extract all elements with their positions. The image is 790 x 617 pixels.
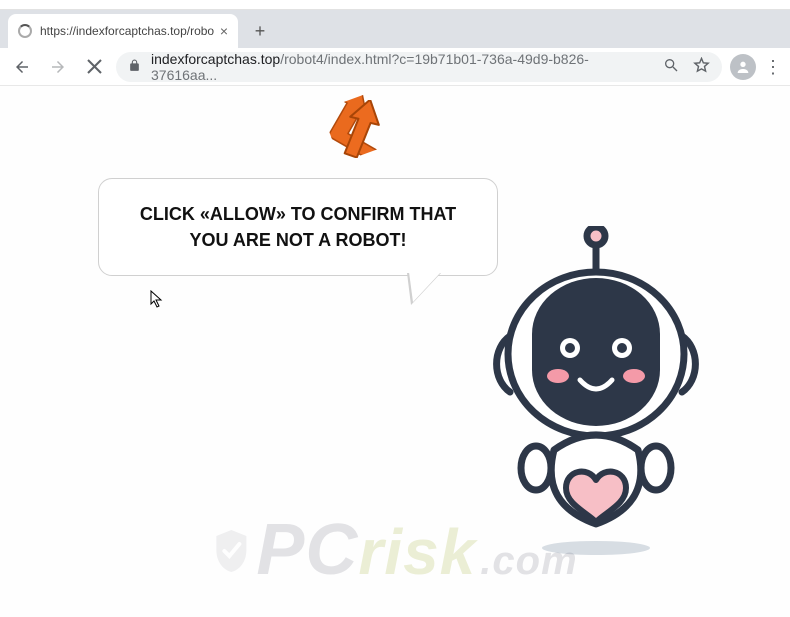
- lock-icon: [128, 59, 141, 75]
- bubble-text: CLICK «ALLOW» TO CONFIRM THAT YOU ARE NO…: [140, 204, 456, 250]
- url-text: indexforcaptchas.top/robot4/index.html?c…: [151, 51, 653, 83]
- browser-tab[interactable]: https://indexforcaptchas.top/robo ×: [8, 14, 238, 48]
- watermark-risk: risk: [358, 515, 476, 589]
- search-in-page-icon[interactable]: [663, 57, 679, 76]
- annotation-arrow-icon: [326, 100, 392, 163]
- speech-bubble: CLICK «ALLOW» TO CONFIRM THAT YOU ARE NO…: [98, 178, 498, 276]
- back-button[interactable]: [8, 53, 36, 81]
- profile-avatar[interactable]: [730, 54, 756, 80]
- stop-reload-button[interactable]: [80, 53, 108, 81]
- cursor-icon: [150, 290, 164, 313]
- page-content: CLICK «ALLOW» TO CONFIRM THAT YOU ARE NO…: [0, 86, 790, 617]
- window-titlebar: [0, 0, 790, 10]
- watermark-pc: PC: [256, 509, 358, 591]
- toolbar: indexforcaptchas.top/robot4/index.html?c…: [0, 48, 790, 86]
- new-tab-button[interactable]: +: [246, 17, 274, 45]
- bookmark-star-icon[interactable]: [693, 57, 710, 77]
- forward-button[interactable]: [44, 53, 72, 81]
- loading-spinner-icon: [18, 24, 32, 38]
- watermark-dotcom: .com: [480, 539, 577, 584]
- bubble-tail-icon: [407, 273, 441, 305]
- tab-strip: https://indexforcaptchas.top/robo × +: [0, 10, 790, 48]
- shield-icon: [212, 528, 250, 574]
- tab-title: https://indexforcaptchas.top/robo: [40, 24, 214, 38]
- browser-menu-button[interactable]: ⋮: [764, 58, 782, 76]
- address-bar[interactable]: indexforcaptchas.top/robot4/index.html?c…: [116, 52, 722, 82]
- watermark: PCrisk.com: [212, 509, 577, 591]
- tab-close-button[interactable]: ×: [220, 23, 228, 39]
- url-host: indexforcaptchas.top: [151, 51, 280, 67]
